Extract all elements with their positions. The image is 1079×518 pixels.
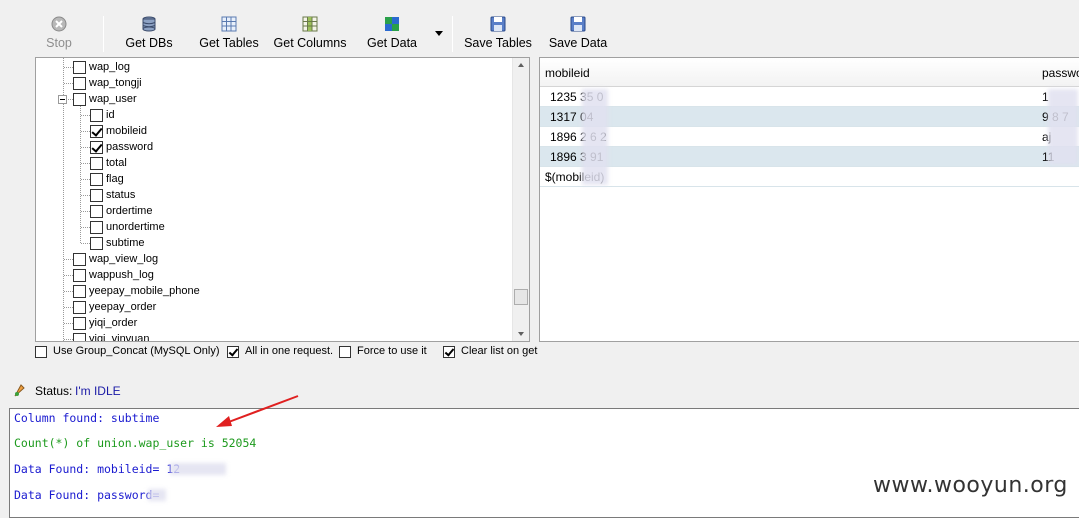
tree-item-wap-log[interactable]: wap_log [36,59,506,75]
save-data-button[interactable]: Save Data [547,14,609,54]
tree-checkbox[interactable] [90,157,103,170]
get-tables-button[interactable]: Get Tables [196,14,262,54]
redaction-blur [148,489,166,501]
log-line: Data Found: password= [14,488,160,502]
results-grid[interactable]: mobileid passwo 1235 35 0 1 1317 04 9 8 … [539,57,1079,342]
save-tables-button[interactable]: Save Tables [461,14,535,54]
log-output[interactable]: Column found: subtime Count(*) of union.… [9,408,1079,518]
tree-checkbox[interactable] [90,189,103,202]
table-row[interactable]: 1896 3 91 11 [540,147,1079,167]
clear-list-checkbox[interactable]: Clear list on get [443,345,543,359]
tree-checkbox[interactable] [90,109,103,122]
log-line: Count(*) of union.wap_user is 52054 [14,436,257,450]
table-icon [221,16,237,32]
scroll-thumb[interactable] [514,289,528,305]
status-icon [14,384,25,397]
table-row[interactable]: 1896 2 6 2 aj [540,127,1079,147]
tree-item-ordertime[interactable]: ordertime [36,203,506,219]
tree-checkbox[interactable] [73,301,86,314]
tree-item-wappush-log[interactable]: wappush_log [36,267,506,283]
tree-item-unordertime[interactable]: unordertime [36,219,506,235]
watermark: www.wooyun.org [873,473,1068,498]
data-grid-icon [385,17,399,31]
tree-checkbox[interactable] [90,205,103,218]
status-value: I'm IDLE [75,384,121,398]
tree-checkbox[interactable] [73,269,86,282]
tree-item-status[interactable]: status [36,187,506,203]
database-icon [142,16,156,32]
get-data-button[interactable]: Get Data [364,14,420,54]
redaction-blur [582,89,608,185]
tree-checkbox-checked[interactable] [90,141,103,154]
tree-checkbox-checked[interactable] [90,125,103,138]
column-header-password[interactable]: passwo [1042,66,1079,80]
tree-item-flag[interactable]: flag [36,171,506,187]
tree-scrollbar[interactable] [512,58,529,341]
force-checkbox[interactable]: Force to use it [339,345,439,359]
tree-checkbox[interactable] [73,317,86,330]
tree-item-subtime[interactable]: subtime [36,235,506,251]
tree-item-yeepay-mobile-phone[interactable]: yeepay_mobile_phone [36,283,506,299]
scroll-down-icon[interactable] [518,332,524,336]
tree-checkbox[interactable] [73,285,86,298]
tree-checkbox[interactable] [90,237,103,250]
tree-item-wap-tongji[interactable]: wap_tongji [36,75,506,91]
tree-item-yiqi-yinyuan[interactable]: yiqi_yinyuan [36,331,506,341]
tree-checkbox[interactable] [73,61,86,74]
save-icon [570,16,586,32]
redaction-blur [170,463,226,475]
tree-checkbox[interactable] [73,333,86,341]
tree-item-wap-user[interactable]: wap_user [36,91,506,107]
tree-checkbox[interactable] [90,173,103,186]
tree-checkbox[interactable] [73,77,86,90]
tree-item-total[interactable]: total [36,155,506,171]
columns-icon [302,16,318,32]
log-line: Column found: subtime [14,411,160,425]
toolbar: Stop Get DBs Get Tables Get Columns Get … [0,0,1079,58]
toolbar-separator [103,16,104,52]
get-dbs-button[interactable]: Get DBs [122,14,176,54]
get-columns-button[interactable]: Get Columns [271,14,349,54]
toolbar-separator [452,16,453,52]
checkbox[interactable] [35,346,47,358]
tree-item-wap-view-log[interactable]: wap_view_log [36,251,506,267]
redaction-blur [1048,89,1078,165]
tree-item-id[interactable]: id [36,107,506,123]
status-label: Status: [35,384,73,398]
stop-button[interactable]: Stop [40,14,78,54]
tree-checkbox[interactable] [73,93,86,106]
table-row[interactable]: 1235 35 0 1 [540,87,1079,107]
scroll-up-icon[interactable] [518,63,524,67]
tree-item-yeepay-order[interactable]: yeepay_order [36,299,506,315]
tree-item-password[interactable]: password [36,139,506,155]
checkbox-checked[interactable] [443,346,455,358]
tree-checkbox[interactable] [73,253,86,266]
database-tree[interactable]: wap_log wap_tongji wap_user id mobileid … [35,57,530,342]
stop-icon [51,16,67,32]
checkbox[interactable] [339,346,351,358]
save-icon [490,16,506,32]
log-line: Data Found: mobileid= 12 [14,462,181,476]
column-header-mobileid[interactable]: mobileid [545,66,590,80]
collapse-icon[interactable] [58,95,67,104]
tree-item-yiqi-order[interactable]: yiqi_order [36,315,506,331]
all-in-one-checkbox[interactable]: All in one request. [227,345,337,359]
tree-item-mobileid[interactable]: mobileid [36,123,506,139]
checkbox-checked[interactable] [227,346,239,358]
tree-checkbox[interactable] [90,221,103,234]
grid-header: mobileid passwo [540,58,1079,87]
table-row[interactable]: $(mobileid) [540,167,1079,187]
get-data-dropdown-icon[interactable] [435,31,443,36]
group-concat-checkbox[interactable]: Use Group_Concat (MySQL Only) [35,345,225,359]
table-row[interactable]: 1317 04 9 8 7 [540,107,1079,127]
